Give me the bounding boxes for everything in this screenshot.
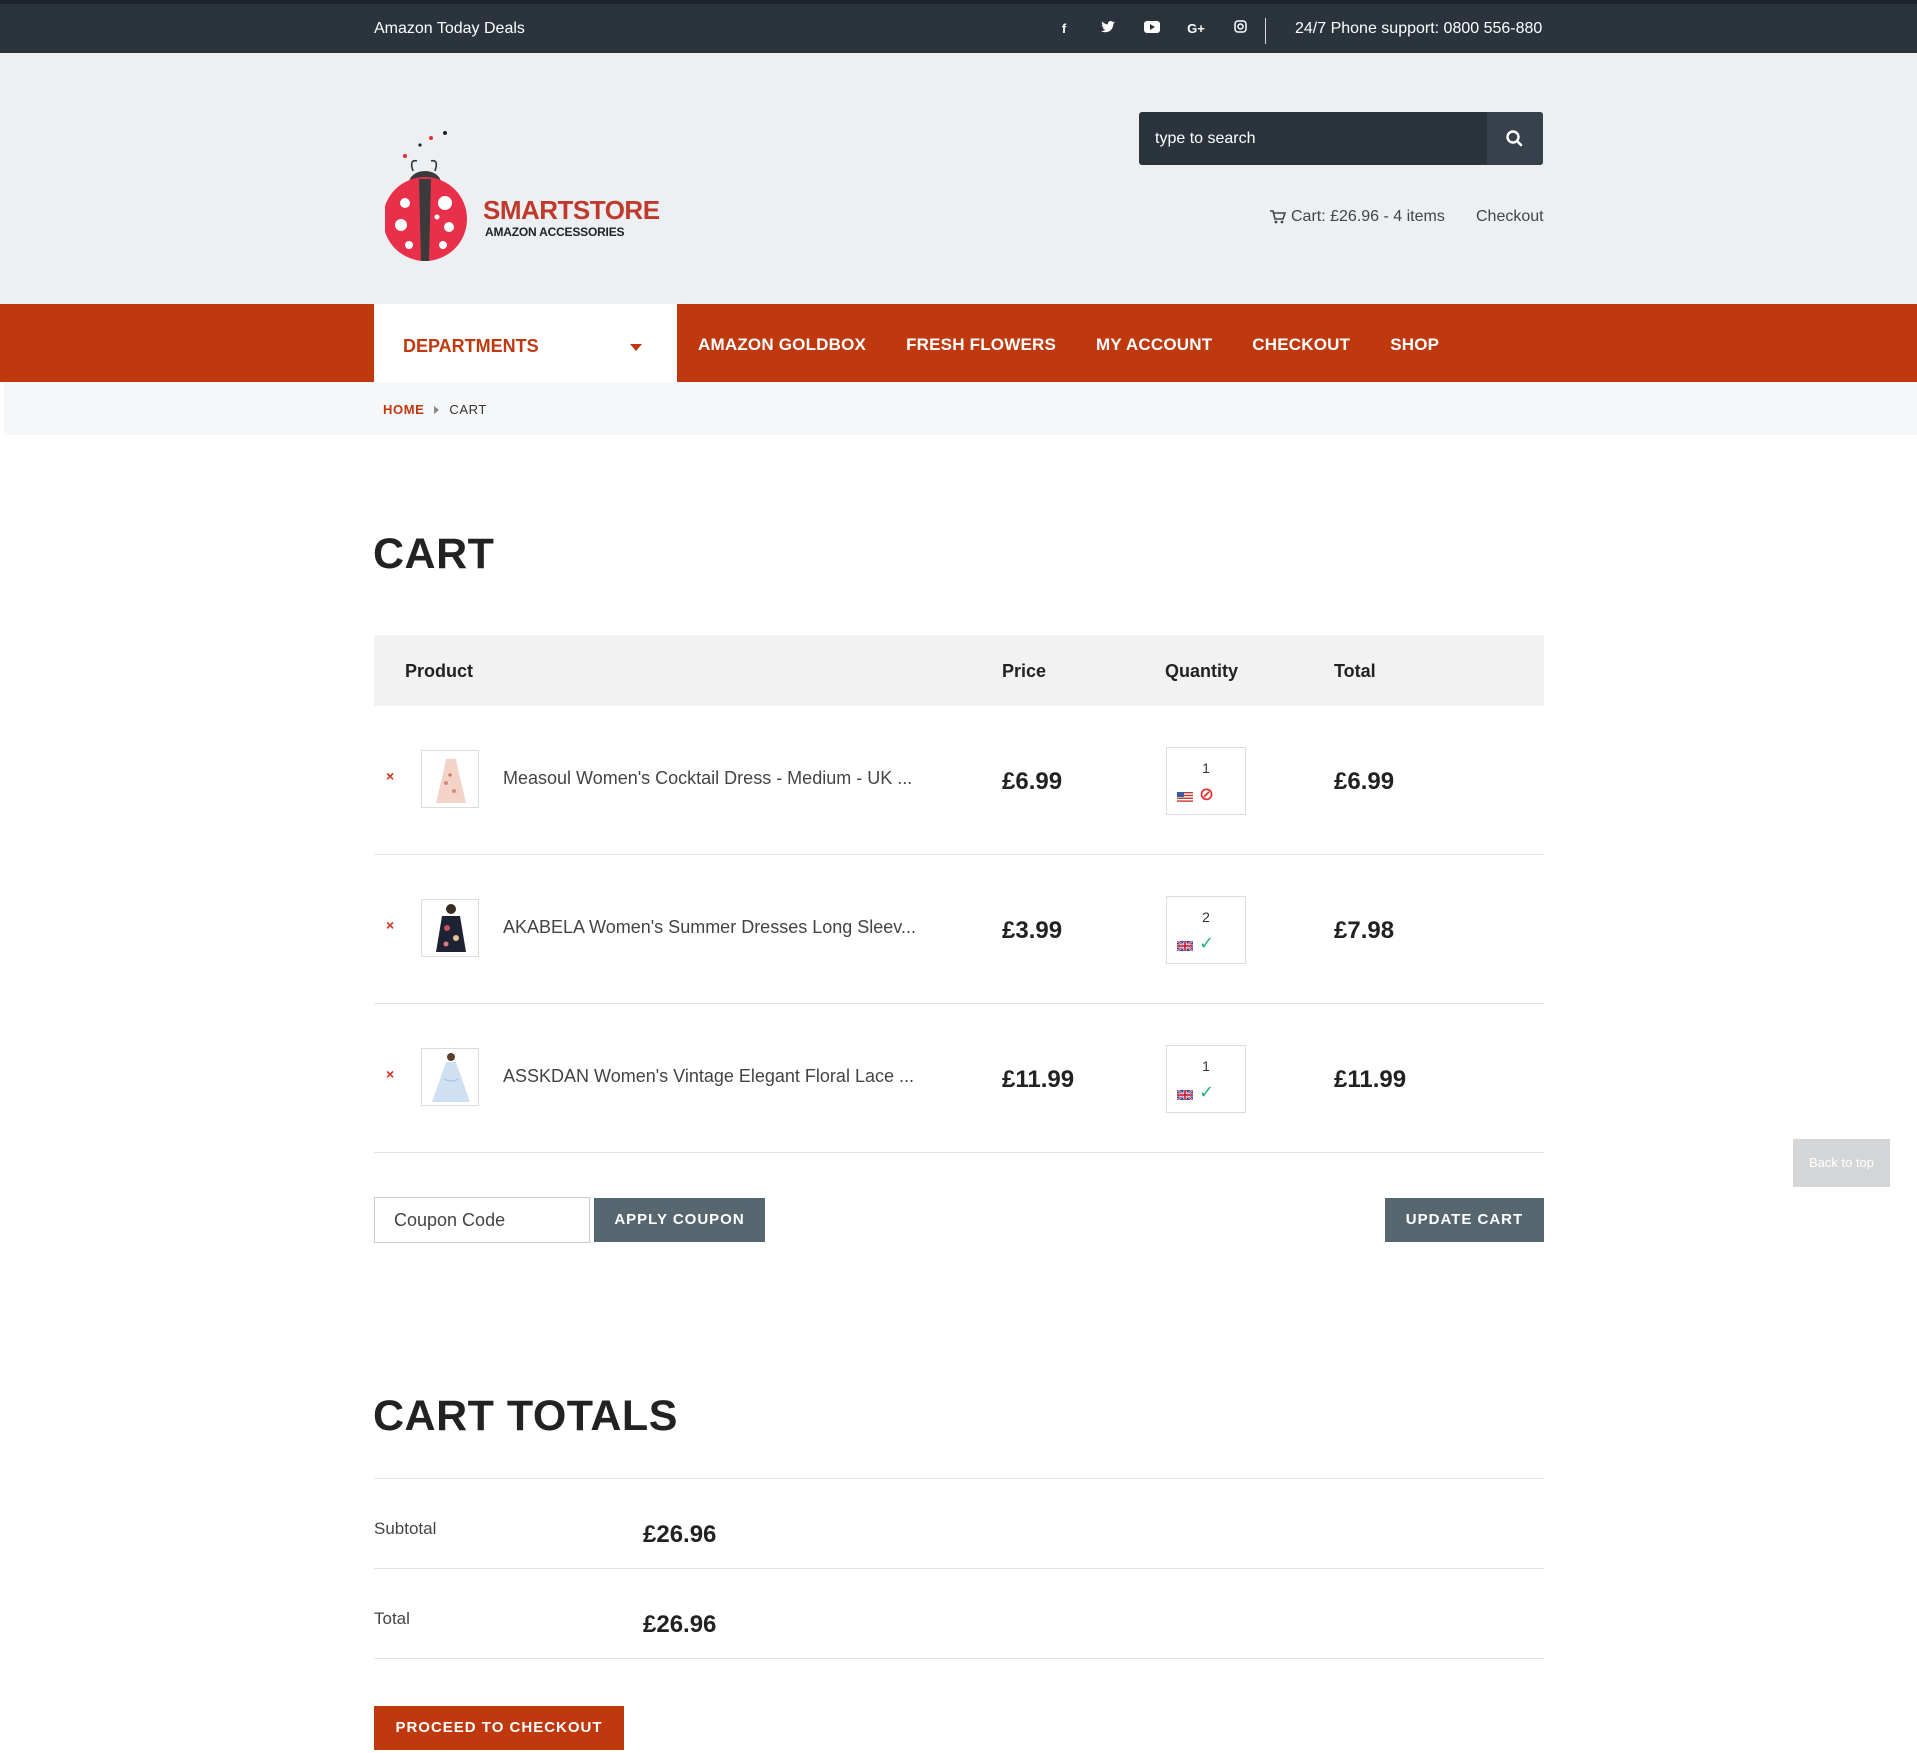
product-thumbnail[interactable] (421, 750, 479, 808)
subtotal-value: £26.96 (643, 1521, 717, 1548)
coupon-code-input[interactable] (374, 1197, 590, 1243)
subtotal-label: Subtotal (374, 1519, 437, 1538)
cart-icon (1270, 210, 1286, 224)
nav-item-shop[interactable]: SHOP (1390, 335, 1439, 355)
search-input[interactable] (1139, 112, 1489, 165)
subtotal-row: Subtotal £26.96 (374, 1478, 1544, 1568)
column-header-price: Price (1002, 661, 1047, 681)
table-row: × AKABELA Women's Summer Dresses Long Sl… (374, 855, 1544, 1004)
facebook-icon[interactable]: f (1052, 18, 1076, 40)
cart-summary-text: Cart: £26.96 - 4 items (1291, 208, 1445, 225)
in-stock-check-icon: ✓ (1199, 1082, 1215, 1102)
search-button[interactable] (1487, 112, 1543, 165)
column-header-product: Product (405, 661, 474, 681)
uk-flag-icon (1177, 1090, 1193, 1100)
unavailable-icon: ⊘ (1199, 784, 1215, 804)
product-thumbnail[interactable] (421, 899, 479, 957)
main-nav: DEPARTMENTS AMAZON GOLDBOX FRESH FLOWERS… (0, 304, 1917, 382)
today-deals-link[interactable]: Amazon Today Deals (374, 20, 525, 38)
quantity-input[interactable]: 1 ✓ (1166, 1045, 1246, 1113)
twitter-icon[interactable] (1096, 18, 1120, 40)
nav-item-checkout[interactable]: CHECKOUT (1252, 335, 1350, 355)
us-flag-icon (1177, 792, 1193, 802)
product-price: £11.99 (1002, 1066, 1075, 1093)
instagram-icon[interactable] (1228, 18, 1252, 40)
site-header: SMARTSTORE AMAZON ACCESSORIES Cart: £26.… (0, 53, 1917, 304)
totals-divider (374, 1658, 1544, 1659)
brand-name: SMARTSTORE (483, 195, 660, 225)
store-logo[interactable]: SMARTSTORE AMAZON ACCESSORIES (385, 121, 660, 266)
phone-support: 24/7 Phone support: 0800 556-880 (1295, 20, 1543, 37)
product-name-link[interactable]: AKABELA Women's Summer Dresses Long Slee… (503, 917, 916, 938)
quantity-input[interactable]: 1 ⊘ (1166, 747, 1246, 815)
total-label: Total (374, 1609, 410, 1628)
departments-dropdown[interactable]: DEPARTMENTS (374, 304, 677, 382)
product-thumbnail[interactable] (421, 1048, 479, 1106)
remove-item-button[interactable]: × (386, 768, 394, 784)
column-header-total: Total (1334, 661, 1376, 681)
total-row: Total £26.96 (374, 1568, 1544, 1658)
remove-item-button[interactable]: × (386, 1066, 394, 1082)
breadcrumb-current: CART (449, 402, 487, 417)
remove-item-button[interactable]: × (386, 917, 394, 933)
table-row: × Measoul Women's Cocktail Dress - Mediu… (374, 706, 1544, 855)
search-icon (1506, 130, 1523, 147)
topbar-divider (1265, 18, 1266, 44)
line-total: £11.99 (1334, 1066, 1407, 1093)
page-title: CART (373, 530, 495, 578)
nav-item-fresh-flowers[interactable]: FRESH FLOWERS (906, 335, 1056, 355)
brand-tagline: AMAZON ACCESSORIES (485, 225, 625, 239)
back-to-top-button[interactable]: Back to top (1793, 1139, 1890, 1187)
social-links: f G+ (1052, 18, 1252, 40)
update-cart-button[interactable]: UPDATE CART (1385, 1198, 1544, 1242)
apply-coupon-button[interactable]: APPLY COUPON (594, 1198, 765, 1242)
quantity-value: 1 (1202, 760, 1210, 776)
quantity-value: 2 (1202, 909, 1210, 925)
in-stock-check-icon: ✓ (1199, 933, 1215, 953)
cart-totals-title: CART TOTALS (373, 1392, 678, 1440)
breadcrumb-bar (4, 382, 1917, 435)
chevron-down-icon (630, 344, 642, 351)
breadcrumb-home[interactable]: HOME (383, 402, 424, 417)
nav-item-amazon-goldbox[interactable]: AMAZON GOLDBOX (698, 335, 866, 355)
chevron-right-icon (434, 405, 440, 414)
table-row: × ASSKDAN Women's Vintage Elegant Floral… (374, 1004, 1544, 1153)
nav-menu: AMAZON GOLDBOX FRESH FLOWERS MY ACCOUNT … (698, 335, 1479, 355)
product-price: £3.99 (1002, 917, 1063, 944)
product-name-link[interactable]: ASSKDAN Women's Vintage Elegant Floral L… (503, 1066, 914, 1087)
top-bar: Amazon Today Deals f G+ 24/7 Phone suppo… (0, 0, 1917, 53)
product-name-link[interactable]: Measoul Women's Cocktail Dress - Medium … (503, 768, 912, 789)
departments-label: DEPARTMENTS (403, 336, 539, 356)
cart-table-header: Product Price Quantity Total (374, 635, 1544, 706)
column-header-quantity: Quantity (1165, 661, 1239, 681)
google-plus-icon[interactable]: G+ (1184, 18, 1208, 40)
cart-summary-link[interactable]: Cart: £26.96 - 4 items (1270, 208, 1445, 226)
total-value: £26.96 (643, 1611, 717, 1638)
header-checkout-link[interactable]: Checkout (1476, 208, 1544, 226)
line-total: £7.98 (1334, 917, 1395, 944)
quantity-input[interactable]: 2 ✓ (1166, 896, 1246, 964)
product-price: £6.99 (1002, 768, 1063, 795)
nav-item-my-account[interactable]: MY ACCOUNT (1096, 335, 1212, 355)
youtube-icon[interactable] (1140, 18, 1164, 40)
quantity-value: 1 (1202, 1058, 1210, 1074)
uk-flag-icon (1177, 941, 1193, 951)
breadcrumb: HOME CART (383, 402, 487, 417)
search-box (1139, 112, 1543, 165)
proceed-to-checkout-button[interactable]: PROCEED TO CHECKOUT (374, 1706, 624, 1750)
line-total: £6.99 (1334, 768, 1395, 795)
